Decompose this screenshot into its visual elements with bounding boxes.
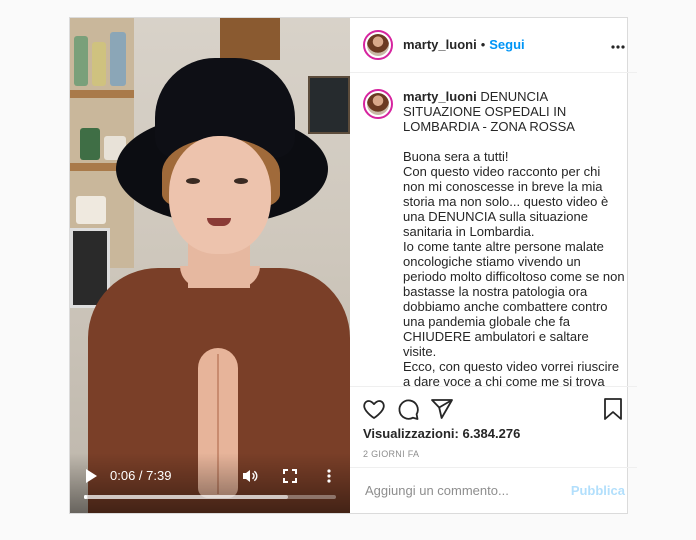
comment-form: Pubblica	[350, 466, 637, 513]
video-player[interactable]: 0:06 / 7:39	[70, 18, 350, 513]
heart-icon[interactable]	[362, 397, 386, 421]
caption-avatar[interactable]	[363, 88, 393, 119]
volume-icon[interactable]	[242, 468, 258, 484]
post-date[interactable]: 2 GIORNI FA	[350, 441, 637, 467]
caption-username[interactable]: marty_luoni	[403, 89, 477, 104]
follow-button[interactable]: Segui	[489, 37, 524, 52]
publish-button[interactable]: Pubblica	[571, 483, 625, 498]
fullscreen-icon[interactable]	[282, 468, 298, 484]
seek-buffered	[84, 495, 289, 499]
video-frame	[70, 18, 350, 513]
video-time: 0:06 / 7:39	[110, 468, 172, 483]
play-icon[interactable]	[84, 468, 98, 484]
views-value: 6.384.276	[462, 425, 521, 441]
video-seek-bar[interactable]	[84, 495, 336, 499]
instagram-post: 0:06 / 7:39 marty_luoni • Segui marty_lu…	[69, 17, 637, 514]
header-separator: •	[480, 37, 486, 53]
views-label: Visualizzazioni:	[363, 425, 459, 441]
share-icon[interactable]	[430, 397, 454, 421]
caption: marty_luoni DENUNCIA SITUAZIONE OSPEDALI…	[403, 89, 625, 386]
comment-input[interactable]	[363, 481, 571, 499]
more-vertical-icon[interactable]	[322, 468, 336, 484]
caption-section: marty_luoni DENUNCIA SITUAZIONE OSPEDALI…	[350, 73, 637, 386]
bookmark-icon[interactable]	[601, 397, 625, 421]
comment-icon[interactable]	[396, 397, 420, 421]
avatar[interactable]	[363, 29, 393, 60]
caption-body: Buona sera a tutti! Con questo video rac…	[403, 148, 625, 386]
post-sidebar: marty_luoni • Segui marty_luoni DENUNCIA…	[350, 18, 637, 513]
header-username[interactable]: marty_luoni	[403, 37, 477, 52]
action-bar	[350, 385, 637, 426]
views-count: Visualizzazioni: 6.384.276	[350, 426, 637, 441]
post-header: marty_luoni • Segui	[350, 18, 637, 73]
more-horizontal-icon[interactable]	[611, 36, 625, 54]
